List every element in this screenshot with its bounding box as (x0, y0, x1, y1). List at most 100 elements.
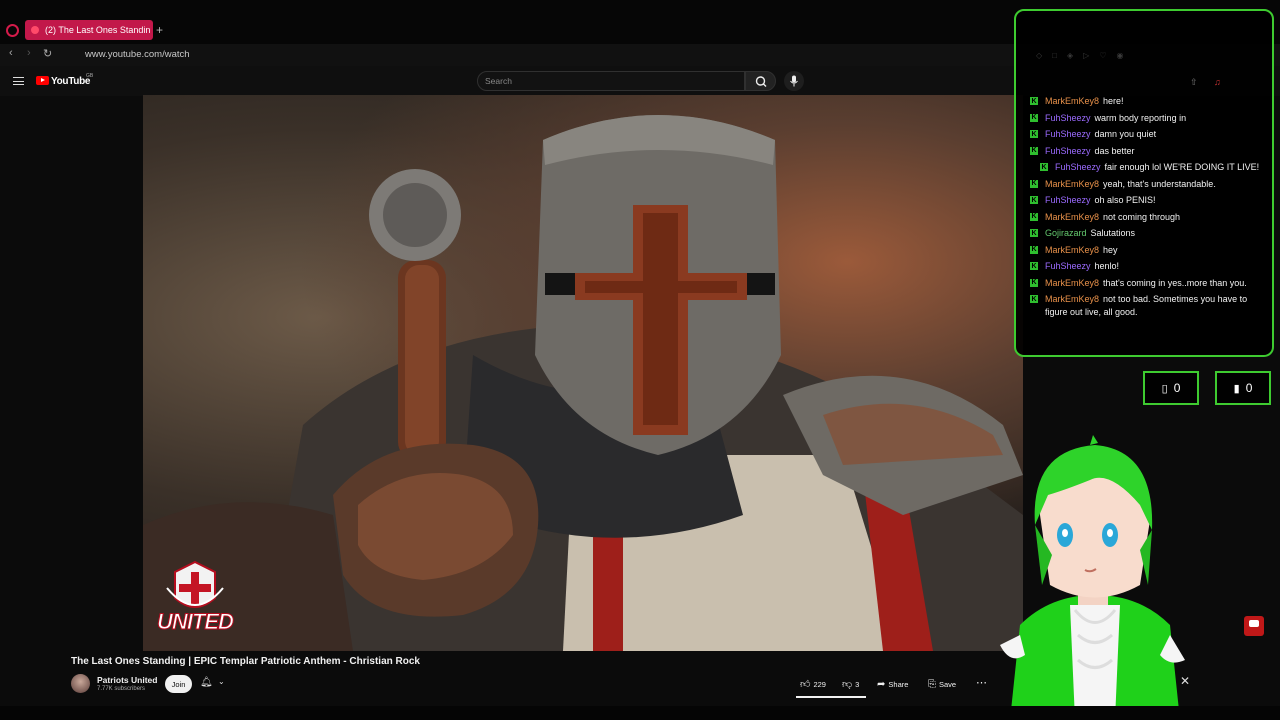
chat-body: fair enough lol WE'RE DOING IT LIVE! (1104, 162, 1260, 172)
platform-badge-icon: K (1040, 163, 1048, 171)
chat-message-list: K MarkEmKey8 here! K FuhSheezy warm body repo… (1030, 95, 1266, 323)
chat-body: damn you quiet (1094, 129, 1157, 139)
chat-username[interactable]: FuhSheezy (1045, 113, 1091, 123)
chat-message-text: MarkEmKey8 yeah, that's understandable. (1045, 178, 1266, 191)
search-input[interactable]: Search (477, 71, 745, 91)
chat-message: K MarkEmKey8 not too bad. Sometimes you ha… (1030, 293, 1266, 319)
chat-message: K FuhSheezy das better (1030, 145, 1266, 158)
chat-username[interactable]: MarkEmKey8 (1045, 245, 1099, 255)
screen: (2) The Last Ones Standin + ‹ › ↻ www.yo… (0, 0, 1280, 720)
video-player[interactable] (143, 95, 1023, 651)
voice-search-button[interactable] (784, 71, 804, 91)
chat-body: yeah, that's understandable. (1103, 178, 1216, 189)
save-button[interactable]: ⎘ Save (928, 675, 956, 693)
new-tab-plus-icon[interactable]: + (156, 23, 163, 37)
chat-body: das better (1094, 145, 1135, 156)
chat-toolbar-icon[interactable]: ◉ (1116, 51, 1123, 60)
notification-icon[interactable]: ♫ (1214, 77, 1221, 87)
chat-username[interactable]: MarkEmKey8 (1045, 278, 1099, 288)
platform-badge-icon: K (1030, 295, 1038, 303)
platform-badge-icon: K (1030, 130, 1038, 138)
browser-logo-icon[interactable] (6, 24, 19, 37)
chat-body: henlo! (1094, 261, 1120, 271)
url-text[interactable]: www.youtube.com/watch (85, 49, 190, 60)
like-button[interactable]: 👍︎ 229 (800, 675, 826, 693)
chat-body: here! (1103, 96, 1124, 106)
platform-badge-icon: K (1030, 229, 1038, 237)
chat-username[interactable]: FuhSheezy (1045, 261, 1091, 271)
thumbs-up-icon: 👍︎ (800, 679, 811, 690)
region-code: GB (86, 73, 94, 79)
platform-badge-icon: K (1030, 262, 1038, 270)
chat-username[interactable]: FuhSheezy (1055, 162, 1101, 172)
chat-body: that's coming in yes..more than you. (1103, 277, 1247, 288)
chat-message-text: MarkEmKey8 not coming through (1045, 211, 1266, 224)
chat-message: K FuhSheezy warm body reporting in (1030, 112, 1266, 125)
chat-message-text: FuhSheezy das better (1045, 145, 1266, 158)
chat-message: K FuhSheezy damn you quiet (1030, 128, 1266, 141)
join-button[interactable]: Join (165, 675, 192, 693)
chat-username[interactable]: MarkEmKey8 (1045, 96, 1099, 106)
more-options-icon[interactable]: ⋯ (976, 676, 987, 689)
counter-box: ▯ 0 (1143, 371, 1199, 405)
chat-username[interactable]: FuhSheezy (1045, 146, 1091, 156)
outline-square-icon: ▯ (1161, 382, 1168, 395)
platform-badge-icon: K (1030, 212, 1038, 221)
chat-toolbar-icon[interactable]: ◈ (1067, 51, 1073, 60)
chat-toolbar-icon[interactable]: ◇ (1036, 51, 1042, 60)
chat-message: K MarkEmKey8 not coming through (1030, 211, 1266, 224)
youtube-favicon-icon (31, 26, 39, 34)
chat-message-text: FuhSheezy fair enough lol WE'RE DOING IT … (1055, 161, 1266, 174)
chat-message-text: Gojirazard Salutations (1045, 227, 1266, 240)
chat-message-text: MarkEmKey8 hey (1045, 244, 1266, 257)
chat-body: Salutations (1090, 228, 1136, 238)
reload-icon[interactable]: ↻ (43, 47, 52, 60)
chat-toolbar-icon[interactable]: ♡ (1099, 51, 1106, 60)
chat-message: K MarkEmKey8 here! (1030, 95, 1266, 108)
chat-username[interactable]: Gojirazard (1045, 228, 1087, 238)
channel-name[interactable]: Patriots United (97, 675, 157, 685)
chat-username[interactable]: MarkEmKey8 (1045, 179, 1099, 189)
chat-message: K MarkEmKey8 that's coming in yes..more th… (1030, 277, 1266, 290)
chat-username[interactable]: MarkEmKey8 (1045, 212, 1099, 222)
chat-toolbar: ◇ □ ◈ ▷ ♡ ◉ (1036, 51, 1123, 60)
share-button[interactable]: ➦ Share (877, 675, 908, 693)
subscribe-youtube-icon[interactable] (1244, 616, 1264, 636)
chat-message-text: FuhSheezy warm body reporting in (1045, 112, 1266, 125)
chat-message: K FuhSheezy henlo! (1030, 260, 1266, 273)
counter-value: 0 (1245, 381, 1253, 395)
chat-toolbar-icon[interactable]: ▷ (1083, 51, 1089, 60)
counter-value: 0 (1173, 381, 1181, 395)
search-button[interactable] (745, 71, 776, 91)
dislike-button[interactable]: 👎︎ 3 (842, 675, 859, 693)
platform-badge-icon: K (1030, 146, 1038, 155)
chat-username[interactable]: FuhSheezy (1045, 195, 1091, 205)
youtube-wordmark[interactable]: YouTube (51, 76, 91, 87)
chevron-down-icon[interactable]: ⌄ (218, 677, 225, 686)
forward-arrow-icon[interactable]: › (27, 47, 31, 59)
dislike-count: 3 (855, 679, 860, 689)
channel-avatar[interactable] (71, 674, 90, 693)
chat-message-text: MarkEmKey8 here! (1045, 95, 1266, 108)
youtube-logo-icon[interactable] (36, 76, 49, 85)
menu-icon[interactable] (13, 77, 24, 85)
save-label: Save (939, 679, 957, 689)
platform-badge-icon: K (1030, 179, 1038, 188)
platform-badge-icon: K (1030, 97, 1038, 105)
browser-tab[interactable]: (2) The Last Ones Standin (25, 20, 153, 40)
chat-message-text: MarkEmKey8 that's coming in yes..more tha… (1045, 277, 1266, 290)
chat-message-text: FuhSheezy oh also PENIS! (1045, 194, 1266, 207)
subscriber-count: 7.77K subscribers (97, 686, 146, 692)
close-icon[interactable]: ✕ (1180, 674, 1190, 688)
chat-toolbar-icon[interactable]: □ (1052, 51, 1057, 60)
chat-username[interactable]: FuhSheezy (1045, 129, 1091, 139)
chat-body: oh also PENIS! (1094, 195, 1156, 205)
notification-bell-icon[interactable]: 🔔︎ (200, 677, 213, 688)
templar-knight-artwork (143, 115, 1023, 651)
chat-username[interactable]: MarkEmKey8 (1045, 294, 1099, 304)
platform-badge-icon: K (1030, 278, 1038, 287)
tab-title: (2) The Last Ones Standin (45, 25, 151, 35)
upload-icon[interactable]: ⇧ (1190, 77, 1198, 88)
back-arrow-icon[interactable]: ‹ (9, 47, 13, 59)
chat-message: K FuhSheezy oh also PENIS! (1030, 194, 1266, 207)
